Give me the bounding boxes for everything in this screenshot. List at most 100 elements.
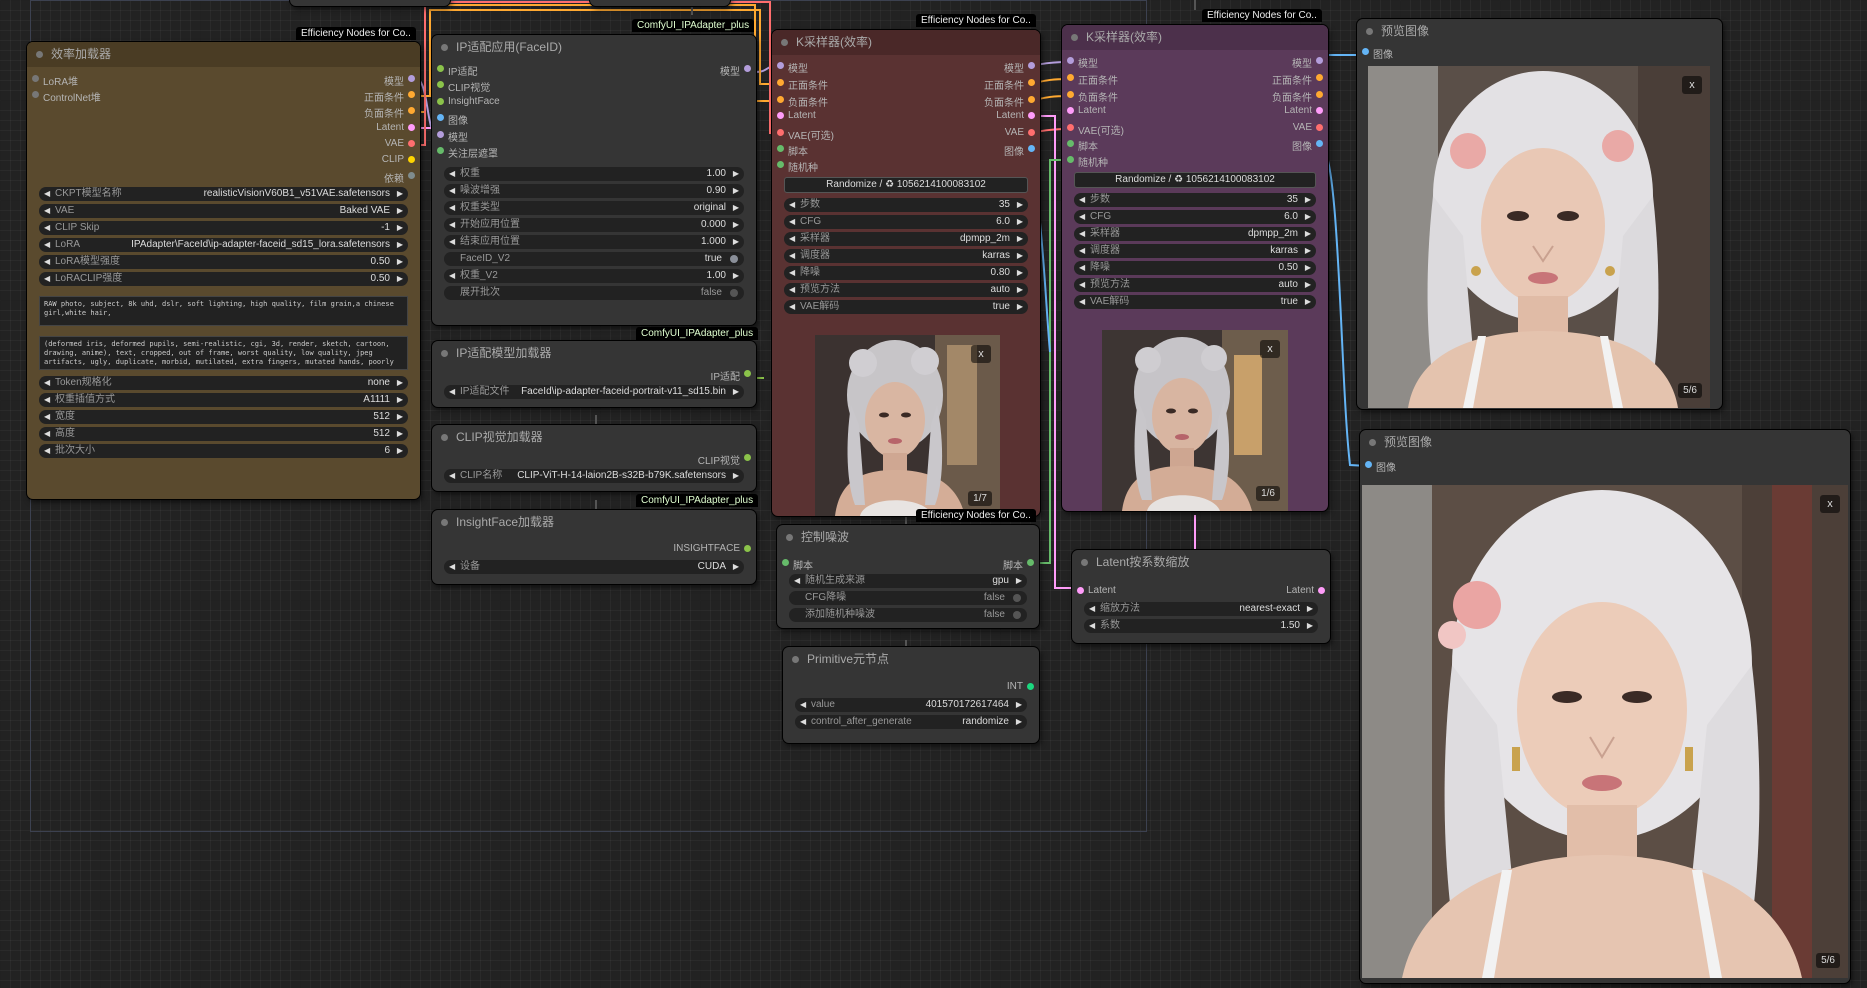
weight-v2-number[interactable]: ◀ 权重_V2 1.00 ▶: [444, 269, 744, 283]
output-pin-icon[interactable]: [1316, 140, 1323, 147]
collapse-dot-icon[interactable]: [792, 656, 799, 663]
arrow-left-icon[interactable]: ◀: [449, 269, 455, 283]
input-pin-icon[interactable]: [437, 98, 444, 105]
ksampler-efficient-node-2[interactable]: K采样器(效率) 模型 模型 正面条件 正面条件 负面条件 负面条件 Latent La…: [1062, 25, 1328, 511]
arrow-left-icon[interactable]: ◀: [800, 698, 806, 712]
input-seed[interactable]: 随机种: [772, 157, 1040, 174]
output-negative[interactable]: 负面条件: [27, 103, 420, 120]
toggle-knob-icon[interactable]: [1013, 594, 1021, 602]
collapse-dot-icon[interactable]: [441, 434, 448, 441]
output-pin-icon[interactable]: [744, 65, 751, 72]
arrow-left-icon[interactable]: ◀: [1079, 227, 1085, 241]
arrow-left-icon[interactable]: ◀: [789, 300, 795, 314]
toggle-knob-icon[interactable]: [730, 255, 738, 263]
input-pin-icon[interactable]: [777, 161, 784, 168]
weight-type-combo[interactable]: ◀ 权重类型 original ▶: [444, 201, 744, 215]
input-ipadapter[interactable]: IP适配 模型: [432, 61, 756, 78]
height-number[interactable]: ◀ 高度 512 ▶: [39, 427, 408, 441]
close-preview-button[interactable]: x: [1820, 495, 1840, 513]
io-latent[interactable]: Latent Latent: [772, 108, 1040, 124]
collapse-dot-icon[interactable]: [786, 534, 793, 541]
collapse-dot-icon[interactable]: [36, 51, 43, 58]
arrow-left-icon[interactable]: ◀: [789, 232, 795, 246]
io-model[interactable]: 模型 模型: [772, 58, 1040, 75]
input-pin-icon[interactable]: [1067, 124, 1074, 131]
steps-number[interactable]: ◀ 步数 35 ▶: [1074, 193, 1316, 207]
arrow-right-icon[interactable]: ▶: [397, 393, 403, 407]
arrow-right-icon[interactable]: ▶: [733, 235, 739, 249]
sampler-combo[interactable]: ◀ 采样器 dpmpp_2m ▶: [784, 232, 1028, 246]
output-pin-icon[interactable]: [1027, 559, 1034, 566]
batch-size-number[interactable]: ◀ 批次大小 6 ▶: [39, 444, 408, 458]
top-cutoff-node-2[interactable]: [590, 0, 730, 6]
ksampler1-preview-image[interactable]: x 1/7: [815, 335, 1000, 516]
clip-skip-number[interactable]: ◀ CLIP Skip -1 ▶: [39, 221, 408, 235]
io-vae[interactable]: VAE(可选) VAE: [1062, 120, 1328, 137]
output-pin-icon[interactable]: [408, 172, 415, 179]
arrow-right-icon[interactable]: ▶: [1017, 266, 1023, 280]
input-pin-icon[interactable]: [1077, 587, 1084, 594]
arrow-right-icon[interactable]: ▶: [733, 167, 739, 181]
io-script[interactable]: 脚本 脚本: [777, 555, 1039, 572]
input-pin-icon[interactable]: [1067, 91, 1074, 98]
arrow-left-icon[interactable]: ◀: [800, 715, 806, 729]
ksampler2-preview-image[interactable]: x 1/6: [1102, 330, 1288, 511]
output-pin-icon[interactable]: [1316, 124, 1323, 131]
noise-control-script-node[interactable]: 控制噪波 脚本 脚本 ◀ 随机生成来源 gpu ▶ CFG降噪 false 添加随机种噪波…: [777, 525, 1039, 628]
control-after-generate-combo[interactable]: ◀ control_after_generate randomize ▶: [795, 715, 1027, 729]
input-pin-icon[interactable]: [437, 147, 444, 154]
close-preview-button[interactable]: x: [1260, 340, 1280, 358]
ipadapter-apply-faceid-node[interactable]: IP适配应用(FaceID) IP适配 模型 CLIP视觉 InsightFace…: [432, 35, 756, 325]
arrow-left-icon[interactable]: ◀: [44, 272, 50, 286]
lora-combo[interactable]: ◀ LoRA IPAdapter\FaceId\ip-adapter-faceid_…: [39, 238, 408, 252]
output-pin-icon[interactable]: [408, 156, 415, 163]
weight-number[interactable]: ◀ 权重 1.00 ▶: [444, 167, 744, 181]
arrow-right-icon[interactable]: ▶: [1305, 261, 1311, 275]
arrow-right-icon[interactable]: ▶: [1017, 215, 1023, 229]
denoise-number[interactable]: ◀ 降噪 0.50 ▶: [1074, 261, 1316, 275]
arrow-right-icon[interactable]: ▶: [733, 184, 739, 198]
scale-by-number[interactable]: ◀ 系数 1.50 ▶: [1084, 619, 1318, 633]
arrow-right-icon[interactable]: ▶: [1017, 283, 1023, 297]
arrow-right-icon[interactable]: ▶: [733, 469, 739, 483]
output-positive[interactable]: 正面条件: [27, 87, 420, 104]
lora-model-strength[interactable]: ◀ LoRA模型强度 0.50 ▶: [39, 255, 408, 269]
arrow-left-icon[interactable]: ◀: [44, 238, 50, 252]
ipadapter-file-combo[interactable]: ◀ IP适配文件 FaceId\ip-adapter-faceid-portrait…: [444, 385, 744, 399]
ipadapter-model-loader-node[interactable]: IP适配模型加载器 IP适配 ◀ IP适配文件 FaceId\ip-adapter-…: [432, 341, 756, 407]
output-pin-icon[interactable]: [744, 454, 751, 461]
arrow-right-icon[interactable]: ▶: [1307, 619, 1313, 633]
arrow-left-icon[interactable]: ◀: [449, 560, 455, 574]
randomize-seed-button[interactable]: Randomize / ♻ 1056214100083102: [784, 177, 1028, 193]
arrow-left-icon[interactable]: ◀: [44, 204, 50, 218]
output-pin-icon[interactable]: [1028, 62, 1035, 69]
ksampler-efficient-node-1[interactable]: K采样器(效率) 模型 模型 正面条件 正面条件 负面条件 负面条件 Latent La…: [772, 30, 1040, 516]
arrow-left-icon[interactable]: ◀: [1079, 295, 1085, 309]
input-pin-icon[interactable]: [777, 129, 784, 136]
vae-decode-combo[interactable]: ◀ VAE解码 true ▶: [1074, 295, 1316, 309]
arrow-right-icon[interactable]: ▶: [1305, 295, 1311, 309]
input-attn-mask[interactable]: 关注层遮罩: [432, 143, 756, 160]
output-latent[interactable]: Latent: [27, 120, 420, 136]
loader-title-bar[interactable]: 效率加载器: [27, 42, 420, 67]
output-ipadapter[interactable]: IP适配: [432, 366, 756, 383]
input-pin-icon[interactable]: [1067, 57, 1074, 64]
arrow-right-icon[interactable]: ▶: [397, 410, 403, 424]
input-clip-vision[interactable]: CLIP视觉: [432, 77, 756, 94]
faceid-v2-toggle[interactable]: FaceID_V2 true: [444, 252, 744, 266]
ksampler2-title-bar[interactable]: K采样器(效率): [1062, 25, 1328, 50]
arrow-right-icon[interactable]: ▶: [1307, 602, 1313, 616]
output-pin-icon[interactable]: [408, 75, 415, 82]
input-pin-icon[interactable]: [437, 114, 444, 121]
output-pin-icon[interactable]: [1316, 57, 1323, 64]
output-pin-icon[interactable]: [408, 140, 415, 147]
arrow-left-icon[interactable]: ◀: [1079, 278, 1085, 292]
arrow-left-icon[interactable]: ◀: [44, 393, 50, 407]
output-pin-icon[interactable]: [1028, 112, 1035, 119]
input-model[interactable]: 模型: [432, 127, 756, 144]
noise-number[interactable]: ◀ 噪波增强 0.90 ▶: [444, 184, 744, 198]
start-at-number[interactable]: ◀ 开始应用位置 0.000 ▶: [444, 218, 744, 232]
output-pin-icon[interactable]: [1028, 129, 1035, 136]
input-pin-icon[interactable]: [782, 559, 789, 566]
preview1-image[interactable]: x 5/6: [1368, 66, 1710, 408]
